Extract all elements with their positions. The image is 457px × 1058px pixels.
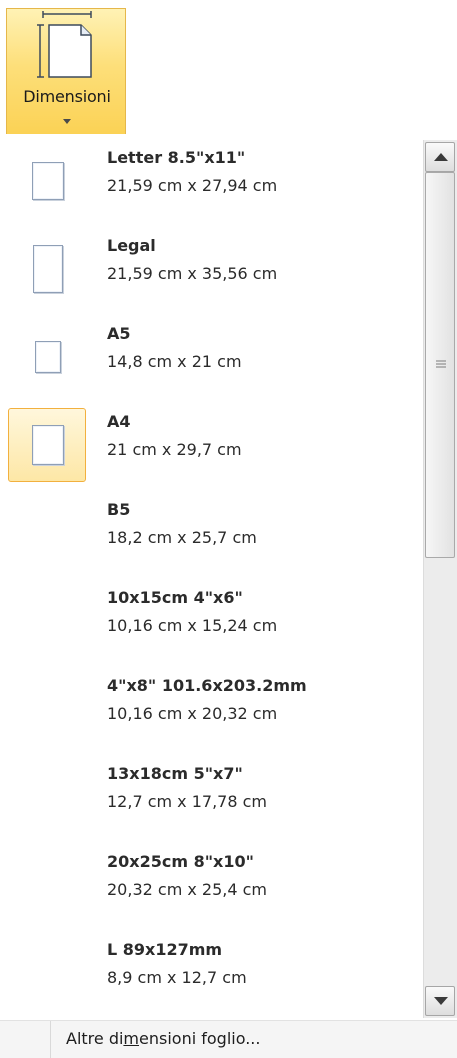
scroll-down-button[interactable] [425,986,455,1016]
page-size-dimensions: 21 cm x 29,7 cm [107,440,242,459]
page-thumbnail-frame [8,584,86,658]
page-size-item[interactable]: A4 21 cm x 29,7 cm [6,402,411,488]
page-size-item[interactable]: L 89x127mm 8,9 cm x 12,7 cm [6,930,411,1016]
grip-icon [436,360,446,368]
page-size-item[interactable]: 10x15cm 4"x6" 10,16 cm x 15,24 cm [6,578,411,664]
page-size-icon [37,11,92,78]
page-thumbnail-icon [35,341,61,373]
page-size-item[interactable]: 4"x8" 101.6x203.2mm 10,16 cm x 20,32 cm [6,666,411,752]
page-size-dimensions: 20,32 cm x 25,4 cm [107,880,268,899]
page-thumbnail-icon [33,245,63,293]
page-size-name: 4"x8" 101.6x203.2mm [107,676,307,695]
more-sizes-footer: Altre dimensioni foglio... [0,1020,457,1058]
page-size-name: A5 [107,324,131,343]
more-sizes-text-start: Altre di [66,1029,124,1048]
page-size-name: 20x25cm 8"x10" [107,852,254,871]
gallery-scrollbar[interactable] [423,140,457,1018]
footer-divider [50,1021,51,1058]
more-sizes-accelerator: m [123,1029,140,1048]
page-size-name: 13x18cm 5"x7" [107,764,243,783]
scroll-thumb[interactable] [425,172,455,558]
page-thumbnail-frame [8,408,86,482]
page-size-name: Letter 8.5"x11" [107,148,246,167]
page-size-name: L 89x127mm [107,940,223,959]
chevron-down-icon [63,119,71,124]
more-sizes-menu-item[interactable]: Altre dimensioni foglio... [66,1029,260,1048]
page-size-dimensions: 21,59 cm x 27,94 cm [107,176,278,195]
page-size-name: B5 [107,500,131,519]
page-thumbnail-frame [8,232,86,306]
dimensioni-button[interactable]: Dimensioni [6,8,126,134]
scroll-up-button[interactable] [425,142,455,172]
arrow-up-icon [434,153,448,161]
page-size-dimensions: 10,16 cm x 20,32 cm [107,704,278,723]
more-sizes-text-end: ensioni foglio... [139,1029,261,1048]
dimensioni-label: Dimensioni [23,87,111,106]
page-thumbnail-frame [8,936,86,1010]
page-size-item[interactable]: B5 18,2 cm x 25,7 cm [6,490,411,576]
page-size-name: A4 [107,412,131,431]
page-size-name: Legal [107,236,156,255]
page-size-dimensions: 12,7 cm x 17,78 cm [107,792,268,811]
page-size-gallery: Letter 8.5"x11" 21,59 cm x 27,94 cm Legal 2… [0,134,457,1020]
page-thumbnail-icon [32,425,64,465]
page-size-name: 10x15cm 4"x6" [107,588,243,607]
page-thumbnail-frame [8,144,86,218]
page-size-item[interactable]: Legal 21,59 cm x 35,56 cm [6,226,411,312]
page-thumbnail-frame [8,672,86,746]
page-thumbnail-frame [8,760,86,834]
arrow-down-icon [434,997,448,1005]
page-size-dimensions: 14,8 cm x 21 cm [107,352,242,371]
page-thumbnail-frame [8,848,86,922]
page-size-item[interactable]: 20x25cm 8"x10" 20,32 cm x 25,4 cm [6,842,411,928]
page-thumbnail-icon [32,162,64,200]
page-size-item[interactable]: 13x18cm 5"x7" 12,7 cm x 17,78 cm [6,754,411,840]
page-size-dimensions: 10,16 cm x 15,24 cm [107,616,278,635]
page-size-item[interactable]: Letter 8.5"x11" 21,59 cm x 27,94 cm [6,138,411,224]
page-size-dimensions: 18,2 cm x 25,7 cm [107,528,257,547]
page-thumbnail-frame [8,320,86,394]
page-size-dimensions: 8,9 cm x 12,7 cm [107,968,247,987]
page-size-dimensions: 21,59 cm x 35,56 cm [107,264,278,283]
page-thumbnail-frame [8,496,86,570]
page-size-item[interactable]: A5 14,8 cm x 21 cm [6,314,411,400]
